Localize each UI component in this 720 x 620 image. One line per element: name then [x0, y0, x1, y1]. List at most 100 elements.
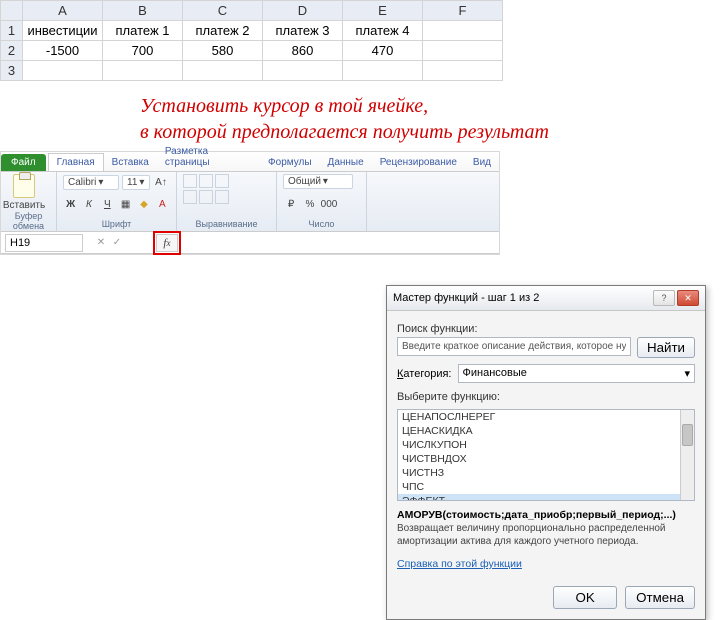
search-input[interactable]	[397, 337, 631, 356]
function-description: Возвращает величину пропорционально расп…	[397, 523, 695, 548]
excel-window: Файл Главная Вставка Разметка страницы Ф…	[0, 151, 500, 255]
align-middle-right-icon[interactable]	[215, 190, 229, 204]
italic-icon[interactable]: К	[81, 197, 96, 213]
col-header[interactable]: F	[423, 1, 503, 21]
comma-icon[interactable]: 000	[321, 196, 337, 212]
col-header[interactable]: D	[263, 1, 343, 21]
cell[interactable]: платеж 1	[103, 21, 183, 41]
list-item[interactable]: ЦЕНАСКИДКА	[398, 424, 694, 438]
currency-icon[interactable]: ₽	[283, 196, 299, 212]
list-item[interactable]: ЦЕНАПОСЛНЕРЕГ	[398, 410, 694, 424]
tab-insert[interactable]: Вставка	[104, 154, 157, 171]
increase-font-icon[interactable]: A↑	[153, 174, 169, 190]
cell[interactable]: платеж 2	[183, 21, 263, 41]
enter-formula-icon[interactable]: ✓	[109, 235, 125, 251]
list-item[interactable]: ЧИСТВНДОХ	[398, 452, 694, 466]
border-icon[interactable]: ▦	[118, 197, 133, 213]
ribbon: Вставить Буфер обмена Calibri▾ 11▾ A↑ Ж …	[1, 172, 499, 232]
cancel-button[interactable]: Отмена	[625, 586, 695, 609]
help-button[interactable]: ?	[653, 290, 675, 306]
number-format-select[interactable]: Общий▾	[283, 174, 353, 189]
cell[interactable]: -1500	[23, 41, 103, 61]
paste-label: Вставить	[3, 200, 45, 211]
cell[interactable]	[343, 61, 423, 81]
ok-button[interactable]: OK	[553, 586, 617, 609]
chevron-down-icon: ▾	[139, 177, 144, 188]
cancel-formula-icon[interactable]: ✕	[93, 235, 109, 251]
scrollbar-thumb[interactable]	[682, 424, 693, 446]
col-header[interactable]: A	[23, 1, 103, 21]
tab-data[interactable]: Данные	[320, 154, 372, 171]
tab-view[interactable]: Вид	[465, 154, 499, 171]
cell[interactable]	[423, 21, 503, 41]
cell[interactable]: 580	[183, 41, 263, 61]
group-align: Выравнивание	[183, 219, 270, 229]
fx-highlight: fx	[153, 231, 181, 255]
cell[interactable]: 470	[343, 41, 423, 61]
align-top-left-icon[interactable]	[183, 174, 197, 188]
align-middle-center-icon[interactable]	[199, 190, 213, 204]
cell[interactable]: 700	[103, 41, 183, 61]
fx-button[interactable]: fx	[156, 234, 178, 252]
cell[interactable]: платеж 3	[263, 21, 343, 41]
col-header[interactable]: E	[343, 1, 423, 21]
tab-home[interactable]: Главная	[48, 153, 104, 171]
function-wizard-dialog: Мастер функций - шаг 1 из 2 ? ✕ Поиск фу…	[386, 285, 706, 620]
cell[interactable]	[263, 61, 343, 81]
row-header[interactable]: 1	[1, 21, 23, 41]
list-item[interactable]: ЧИСТНЗ	[398, 466, 694, 480]
font-name-select[interactable]: Calibri▾	[63, 175, 119, 190]
cell[interactable]: платеж 4	[343, 21, 423, 41]
cell[interactable]	[103, 61, 183, 81]
search-label: Поиск функции:	[397, 323, 695, 335]
cell[interactable]: инвестиции	[23, 21, 103, 41]
cell[interactable]	[423, 41, 503, 61]
find-button[interactable]: Найти	[637, 337, 695, 358]
cell[interactable]	[23, 61, 103, 81]
row-header[interactable]: 3	[1, 61, 23, 81]
formula-bar: ✕ ✓ fx	[1, 232, 499, 254]
bold-icon[interactable]: Ж	[63, 197, 78, 213]
tab-layout[interactable]: Разметка страницы	[157, 143, 260, 171]
spreadsheet-grid[interactable]: A B C D E F 1 инвестиции платеж 1 платеж…	[0, 0, 503, 81]
select-function-label: Выберите функцию:	[397, 391, 695, 403]
underline-icon[interactable]: Ч	[100, 197, 115, 213]
align-top-right-icon[interactable]	[215, 174, 229, 188]
tab-file[interactable]: Файл	[1, 154, 46, 171]
ribbon-tabs: Файл Главная Вставка Разметка страницы Ф…	[1, 152, 499, 172]
paste-button[interactable]: Вставить	[7, 174, 41, 211]
list-item[interactable]: ЭФФЕКТ	[398, 494, 694, 501]
close-button[interactable]: ✕	[677, 290, 699, 306]
percent-icon[interactable]: %	[302, 196, 318, 212]
group-clipboard: Буфер обмена	[7, 211, 50, 231]
category-select[interactable]: Финансовые ▾	[458, 364, 696, 383]
list-item[interactable]: ЧИСЛКУПОН	[398, 438, 694, 452]
chevron-down-icon: ▾	[684, 367, 690, 380]
tab-review[interactable]: Рецензирование	[372, 154, 465, 171]
instruction-line2: в которой предполагается получить резуль…	[140, 121, 549, 143]
cell[interactable]: 860	[263, 41, 343, 61]
fill-color-icon[interactable]: ◆	[136, 197, 151, 213]
cell[interactable]	[183, 61, 263, 81]
align-top-center-icon[interactable]	[199, 174, 213, 188]
list-item[interactable]: ЧПС	[398, 480, 694, 494]
font-color-icon[interactable]: A	[155, 197, 170, 213]
cell[interactable]	[423, 61, 503, 81]
category-label: Категория:	[397, 368, 452, 380]
function-list[interactable]: ЦЕНАПОСЛНЕРЕГ ЦЕНАСКИДКА ЧИСЛКУПОН ЧИСТВ…	[397, 409, 695, 501]
instruction-text: Установить курсор в той ячейке, в которо…	[140, 93, 720, 145]
help-link[interactable]: Справка по этой функции	[397, 558, 522, 570]
scrollbar[interactable]	[680, 410, 694, 500]
col-header[interactable]: C	[183, 1, 263, 21]
chevron-down-icon: ▾	[98, 177, 103, 188]
group-number: Число	[283, 219, 360, 229]
align-middle-left-icon[interactable]	[183, 190, 197, 204]
tab-formulas[interactable]: Формулы	[260, 154, 320, 171]
font-size-select[interactable]: 11▾	[122, 175, 150, 190]
dialog-title: Мастер функций - шаг 1 из 2	[393, 292, 539, 304]
row-header[interactable]: 2	[1, 41, 23, 61]
dialog-titlebar[interactable]: Мастер функций - шаг 1 из 2 ? ✕	[387, 286, 705, 311]
col-header[interactable]: B	[103, 1, 183, 21]
name-box[interactable]	[5, 234, 83, 252]
corner-cell[interactable]	[1, 1, 23, 21]
